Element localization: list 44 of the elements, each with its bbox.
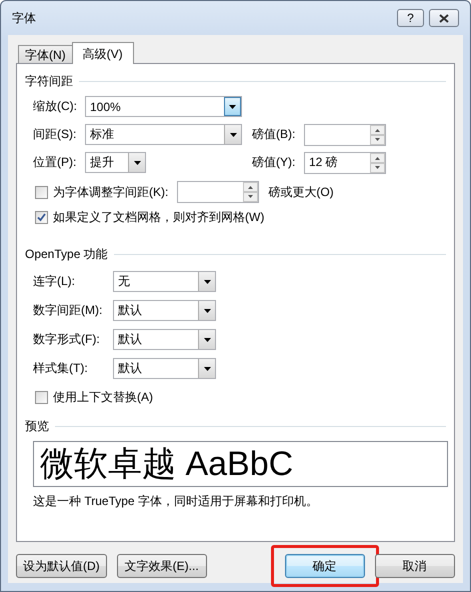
- window-title: 字体: [12, 10, 37, 26]
- preview-sample: 微软卓越 AaBbC: [40, 444, 294, 484]
- dropdown[interactable]: 100%: [85, 96, 242, 117]
- checkbox-label[interactable]: 如果定义了文档网格，则对齐到网格(W): [53, 208, 264, 226]
- checkbox-label[interactable]: 使用上下文替换(A): [53, 388, 153, 406]
- dropdown[interactable]: 无: [113, 271, 216, 292]
- checkbox[interactable]: [35, 390, 48, 404]
- dialog-button[interactable]: 确定: [284, 554, 365, 578]
- dialog-button[interactable]: 文字效果(E)...: [116, 554, 207, 578]
- dropdown[interactable]: 默认: [113, 329, 216, 350]
- section-title: 字符间距: [25, 72, 446, 90]
- spin-arrows-icon[interactable]: [243, 182, 258, 202]
- section-title: 预览: [25, 417, 446, 435]
- field-label: 位置(P):: [33, 154, 78, 171]
- tab[interactable]: 高级(V): [72, 42, 134, 64]
- dropdown[interactable]: 默认: [113, 358, 216, 379]
- field-label: 样式集(T):: [33, 360, 89, 377]
- field-label: 磅值(B):: [252, 126, 296, 143]
- dialog-button[interactable]: 取消: [374, 554, 455, 578]
- field-label: 磅或更大(O): [268, 184, 334, 200]
- spin-field[interactable]: 12 磅: [304, 152, 386, 174]
- spin-arrows-icon[interactable]: [370, 152, 385, 172]
- help-button[interactable]: ?: [397, 9, 424, 27]
- field-label: 缩放(C):: [33, 98, 78, 115]
- tab[interactable]: 字体(N): [18, 45, 73, 63]
- field-label: 数字形式(F):: [33, 331, 101, 348]
- close-icon: [439, 14, 449, 22]
- checkbox[interactable]: [35, 186, 48, 198]
- spin-arrows-icon[interactable]: [370, 124, 385, 144]
- field-label: 数字间距(M):: [33, 302, 104, 319]
- dropdown[interactable]: 默认: [113, 300, 216, 321]
- field-label: 连字(L):: [33, 273, 76, 290]
- dropdown[interactable]: 标准: [85, 124, 242, 145]
- spin-field[interactable]: [304, 124, 386, 146]
- font-description: 这是一种 TrueType 字体，同时适用于屏幕和打印机。: [33, 493, 319, 510]
- spin-field[interactable]: [177, 181, 260, 203]
- checkbox-label[interactable]: 为字体调整字间距(K):: [53, 184, 168, 200]
- field-label: 磅值(Y):: [252, 154, 296, 171]
- dropdown[interactable]: 提升: [85, 152, 146, 173]
- close-button[interactable]: [429, 9, 459, 27]
- field-label: 间距(S):: [33, 126, 78, 143]
- checkbox[interactable]: [35, 210, 48, 224]
- dialog-button[interactable]: 设为默认值(D): [16, 554, 107, 578]
- section-title: OpenType 功能: [25, 245, 446, 263]
